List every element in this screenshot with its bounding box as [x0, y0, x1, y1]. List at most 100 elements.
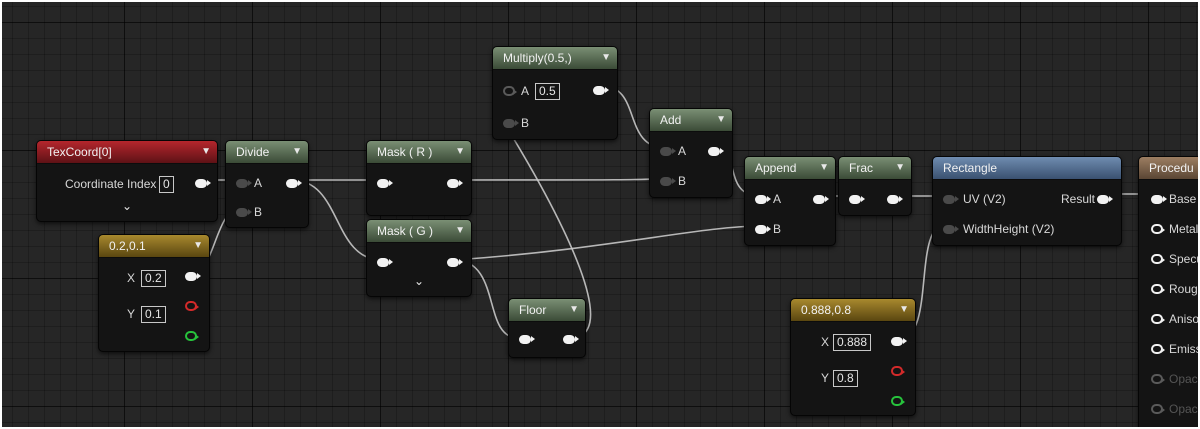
- rectangle-result-label: Result: [1061, 192, 1096, 206]
- rectangle-node[interactable]: Rectangle UV (V2) Result WidthHeight (V2…: [932, 156, 1122, 246]
- frac-node-header[interactable]: Frac ▼: [839, 157, 911, 180]
- constant2-output-pin[interactable]: [891, 337, 907, 346]
- chevron-down-icon[interactable]: ▼: [193, 235, 203, 257]
- divide-node[interactable]: Divide ▼ A B: [225, 140, 309, 228]
- add-node[interactable]: Add ▼ A B: [649, 108, 733, 198]
- multiply-node[interactable]: Multiply(0.5,) ▼ A 0.5 B: [492, 46, 618, 140]
- add-title: Add: [660, 113, 682, 127]
- add-input-a-pin[interactable]: [660, 147, 676, 156]
- expand-advanced-icon[interactable]: ⌄: [414, 274, 424, 288]
- texcoord-output-pin[interactable]: [195, 179, 211, 188]
- divide-node-header[interactable]: Divide ▼: [226, 141, 308, 164]
- metallic-input-pin[interactable]: [1151, 224, 1165, 234]
- append-input-b-pin[interactable]: [755, 225, 771, 234]
- constant1-y-label: Y: [127, 307, 136, 321]
- coordinate-index-field[interactable]: 0: [159, 176, 174, 193]
- rectangle-result-pin[interactable]: [1097, 195, 1113, 204]
- multiply-input-a-pin[interactable]: [503, 86, 517, 96]
- mask-r-output-pin[interactable]: [447, 179, 463, 188]
- chevron-down-icon[interactable]: ▼: [455, 220, 465, 242]
- chevron-down-icon[interactable]: ▼: [899, 299, 909, 321]
- chevron-down-icon[interactable]: ▼: [292, 141, 302, 163]
- append-title: Append: [755, 161, 797, 175]
- multiply-input-b-pin[interactable]: [503, 119, 519, 128]
- chevron-down-icon[interactable]: ▼: [716, 109, 726, 131]
- chevron-down-icon[interactable]: ▼: [895, 157, 905, 179]
- floor-output-pin[interactable]: [563, 335, 579, 344]
- texcoord-node[interactable]: TexCoord[0] ▼ Coordinate Index 0 ⌄: [36, 140, 218, 222]
- append-input-a-pin[interactable]: [755, 195, 771, 204]
- constant2-y-field[interactable]: 0.8: [833, 370, 858, 387]
- floor-node[interactable]: Floor ▼: [508, 298, 586, 358]
- rectangle-widthheight-pin[interactable]: [943, 225, 959, 234]
- floor-title: Floor: [519, 303, 547, 317]
- expand-advanced-icon[interactable]: ⌄: [122, 199, 132, 213]
- constant2-node-header[interactable]: 0.888,0.8 ▼: [791, 299, 915, 322]
- mask-g-output-pin[interactable]: [447, 258, 463, 267]
- constant1-x-field[interactable]: 0.2: [141, 270, 166, 287]
- mask-r-node-header[interactable]: Mask ( R ) ▼: [367, 141, 471, 164]
- add-input-b-pin[interactable]: [660, 177, 676, 186]
- chevron-down-icon[interactable]: ▼: [569, 299, 579, 321]
- mask-r-input-pin[interactable]: [377, 179, 393, 188]
- opacity-input-pin[interactable]: [1151, 374, 1165, 384]
- multiply-input-b-label: B: [521, 116, 530, 130]
- append-output-pin[interactable]: [813, 195, 829, 204]
- divide-output-pin[interactable]: [286, 179, 302, 188]
- constant2-title: 0.888,0.8: [801, 303, 852, 317]
- constant1-g-output-pin[interactable]: [185, 331, 199, 341]
- constant-0.888-0.8-node[interactable]: 0.888,0.8 ▼ X 0.888 Y 0.8: [790, 298, 916, 416]
- multiply-a-value-field[interactable]: 0.5: [535, 83, 560, 100]
- mask-r-node[interactable]: Mask ( R ) ▼: [366, 140, 472, 216]
- mask-g-input-pin[interactable]: [377, 258, 393, 267]
- constant1-y-field[interactable]: 0.1: [141, 306, 166, 323]
- multiply-node-header[interactable]: Multiply(0.5,) ▼: [493, 47, 617, 70]
- anisotropy-input-pin[interactable]: [1151, 314, 1165, 324]
- constant2-x-field[interactable]: 0.888: [833, 334, 872, 351]
- multiply-input-a-label: A: [521, 84, 530, 98]
- chevron-down-icon[interactable]: ▼: [819, 157, 829, 179]
- mask-g-node-header[interactable]: Mask ( G ) ▼: [367, 220, 471, 243]
- divide-input-a-pin[interactable]: [236, 179, 252, 188]
- procedural-material-node[interactable]: Procedu Base C Metall Specu Rough Aniso …: [1138, 156, 1198, 427]
- append-node[interactable]: Append ▼ A B: [744, 156, 836, 246]
- floor-input-pin[interactable]: [519, 335, 535, 344]
- chevron-down-icon[interactable]: ▼: [455, 141, 465, 163]
- chevron-down-icon[interactable]: ▼: [601, 47, 611, 69]
- floor-node-header[interactable]: Floor ▼: [509, 299, 585, 322]
- frac-output-pin[interactable]: [887, 195, 903, 204]
- mask-g-node[interactable]: Mask ( G ) ▼ ⌄: [366, 219, 472, 297]
- texcoord-node-header[interactable]: TexCoord[0] ▼: [37, 141, 217, 164]
- wire-maskg-append: [453, 225, 761, 261]
- rectangle-node-header[interactable]: Rectangle: [933, 157, 1121, 180]
- add-node-header[interactable]: Add ▼: [650, 109, 732, 132]
- constant2-y-label: Y: [821, 371, 830, 385]
- add-input-b-label: B: [678, 174, 687, 188]
- frac-title: Frac: [849, 161, 873, 175]
- procedural-node-header[interactable]: Procedu: [1139, 157, 1198, 180]
- multiply-title: Multiply(0.5,): [503, 51, 572, 65]
- material-graph-canvas[interactable]: TexCoord[0] ▼ Coordinate Index 0 ⌄ Divid…: [2, 2, 1198, 427]
- procedural-title: Procedu: [1149, 161, 1194, 175]
- constant-0.2-0.1-node[interactable]: 0.2,0.1 ▼ X 0.2 Y 0.1: [98, 234, 210, 352]
- base-color-input-pin[interactable]: [1151, 195, 1167, 204]
- constant1-r-output-pin[interactable]: [185, 301, 199, 311]
- metallic-input-label: Metall: [1169, 222, 1198, 236]
- rectangle-uv-pin[interactable]: [943, 195, 959, 204]
- divide-input-b-pin[interactable]: [236, 208, 252, 217]
- opacity-mask-input-pin[interactable]: [1151, 404, 1165, 414]
- add-output-pin[interactable]: [708, 147, 724, 156]
- append-node-header[interactable]: Append ▼: [745, 157, 835, 180]
- emissive-input-pin[interactable]: [1151, 344, 1165, 354]
- chevron-down-icon[interactable]: ▼: [201, 141, 211, 163]
- specular-input-label: Specu: [1169, 252, 1198, 266]
- multiply-output-pin[interactable]: [593, 86, 609, 95]
- specular-input-pin[interactable]: [1151, 254, 1165, 264]
- constant2-r-output-pin[interactable]: [891, 366, 905, 376]
- frac-node[interactable]: Frac ▼: [838, 156, 912, 216]
- constant2-g-output-pin[interactable]: [891, 396, 905, 406]
- roughness-input-pin[interactable]: [1151, 284, 1165, 294]
- frac-input-pin[interactable]: [849, 195, 865, 204]
- constant1-node-header[interactable]: 0.2,0.1 ▼: [99, 235, 209, 258]
- constant1-output-pin[interactable]: [185, 272, 201, 281]
